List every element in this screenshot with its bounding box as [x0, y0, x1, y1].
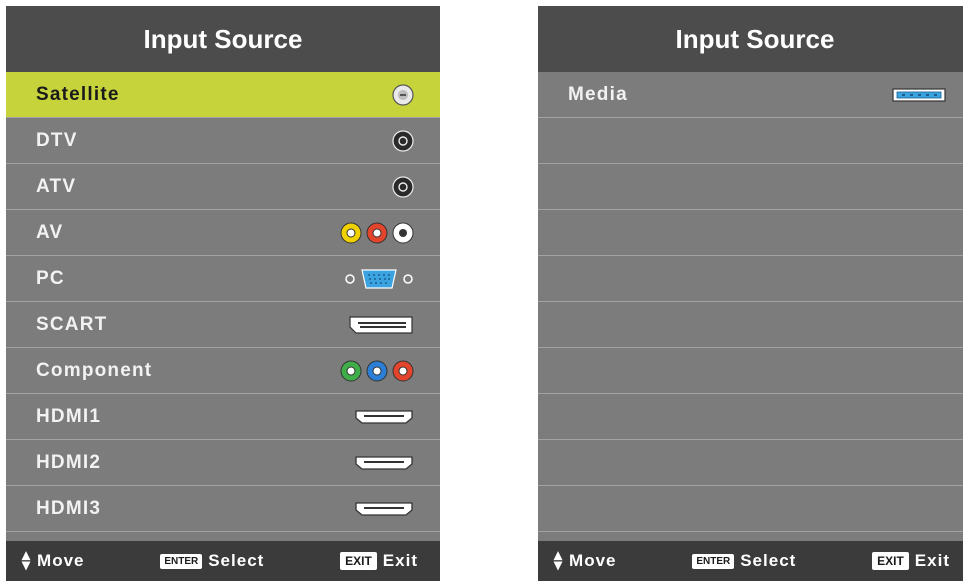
exit-hint: EXIT Exit	[872, 551, 950, 571]
exit-label: Exit	[914, 551, 950, 570]
hdmi-connector-icon	[354, 455, 414, 471]
usb-connector-icon	[892, 87, 946, 103]
source-item-hdmi1[interactable]: HDMI1	[6, 394, 440, 440]
empty-row	[538, 348, 963, 394]
up-down-arrows-icon: ▴ ▾	[22, 547, 32, 574]
select-hint: ENTER Select	[692, 551, 796, 571]
source-label: ATV	[36, 175, 77, 197]
exit-key-icon: EXIT	[872, 552, 909, 570]
source-label: HDMI3	[36, 497, 102, 519]
exit-label: Exit	[382, 551, 418, 570]
exit-hint: EXIT Exit	[340, 551, 418, 571]
source-item-satellite[interactable]: Satellite	[6, 72, 440, 118]
source-label: Component	[36, 359, 153, 381]
up-down-arrows-icon: ▴ ▾	[554, 547, 564, 574]
antenna-connector-icon	[392, 175, 414, 198]
source-list: Satellite DTV ATV AV PC SCART Component …	[6, 72, 440, 532]
source-label: SCART	[36, 313, 108, 335]
source-label: Satellite	[36, 83, 120, 105]
enter-key-icon: ENTER	[160, 553, 203, 569]
input-source-panel-left: Input Source Satellite DTV ATV AV PC SCA…	[6, 6, 440, 581]
panel-footer: ▴ ▾ Move ENTER Select EXIT Exit	[6, 541, 440, 581]
source-item-dtv[interactable]: DTV	[6, 118, 440, 164]
vga-connector-icon	[344, 267, 414, 291]
move-label: Move	[37, 551, 85, 570]
panel-footer: ▴ ▾ Move ENTER Select EXIT Exit	[538, 541, 963, 581]
panel-title: Input Source	[6, 6, 440, 72]
source-label: AV	[36, 221, 64, 243]
empty-row	[538, 256, 963, 302]
source-item-component[interactable]: Component	[6, 348, 440, 394]
source-item-media[interactable]: Media	[538, 72, 963, 118]
select-label: Select	[740, 551, 797, 570]
source-item-scart[interactable]: SCART	[6, 302, 440, 348]
empty-row	[538, 118, 963, 164]
source-item-hdmi3[interactable]: HDMI3	[6, 486, 440, 532]
hdmi-connector-icon	[354, 501, 414, 517]
av-rca-connector-icon	[340, 222, 414, 244]
enter-key-icon: ENTER	[692, 553, 735, 569]
move-label: Move	[569, 551, 617, 570]
source-item-atv[interactable]: ATV	[6, 164, 440, 210]
empty-row	[538, 164, 963, 210]
scart-connector-icon	[348, 314, 414, 336]
empty-row	[538, 486, 963, 532]
antenna-connector-icon	[392, 129, 414, 152]
source-item-av[interactable]: AV	[6, 210, 440, 256]
select-label: Select	[208, 551, 265, 570]
satellite-connector-icon	[392, 83, 414, 106]
empty-row	[538, 394, 963, 440]
select-hint: ENTER Select	[160, 551, 264, 571]
source-label: HDMI2	[36, 451, 102, 473]
empty-row	[538, 440, 963, 486]
move-hint: ▴ ▾ Move	[554, 547, 617, 574]
source-label: DTV	[36, 129, 78, 151]
source-item-pc[interactable]: PC	[6, 256, 440, 302]
source-label: PC	[36, 267, 65, 289]
hdmi-connector-icon	[354, 409, 414, 425]
source-item-hdmi2[interactable]: HDMI2	[6, 440, 440, 486]
source-list: Media	[538, 72, 963, 532]
move-hint: ▴ ▾ Move	[22, 547, 85, 574]
source-label: Media	[568, 83, 628, 105]
source-label: HDMI1	[36, 405, 102, 427]
empty-row	[538, 210, 963, 256]
empty-row	[538, 302, 963, 348]
exit-key-icon: EXIT	[340, 552, 377, 570]
panel-title: Input Source	[538, 6, 963, 72]
input-source-panel-right: Input Source Media ▴ ▾ Move ENTER Select …	[538, 6, 963, 581]
component-rca-connector-icon	[340, 360, 414, 382]
